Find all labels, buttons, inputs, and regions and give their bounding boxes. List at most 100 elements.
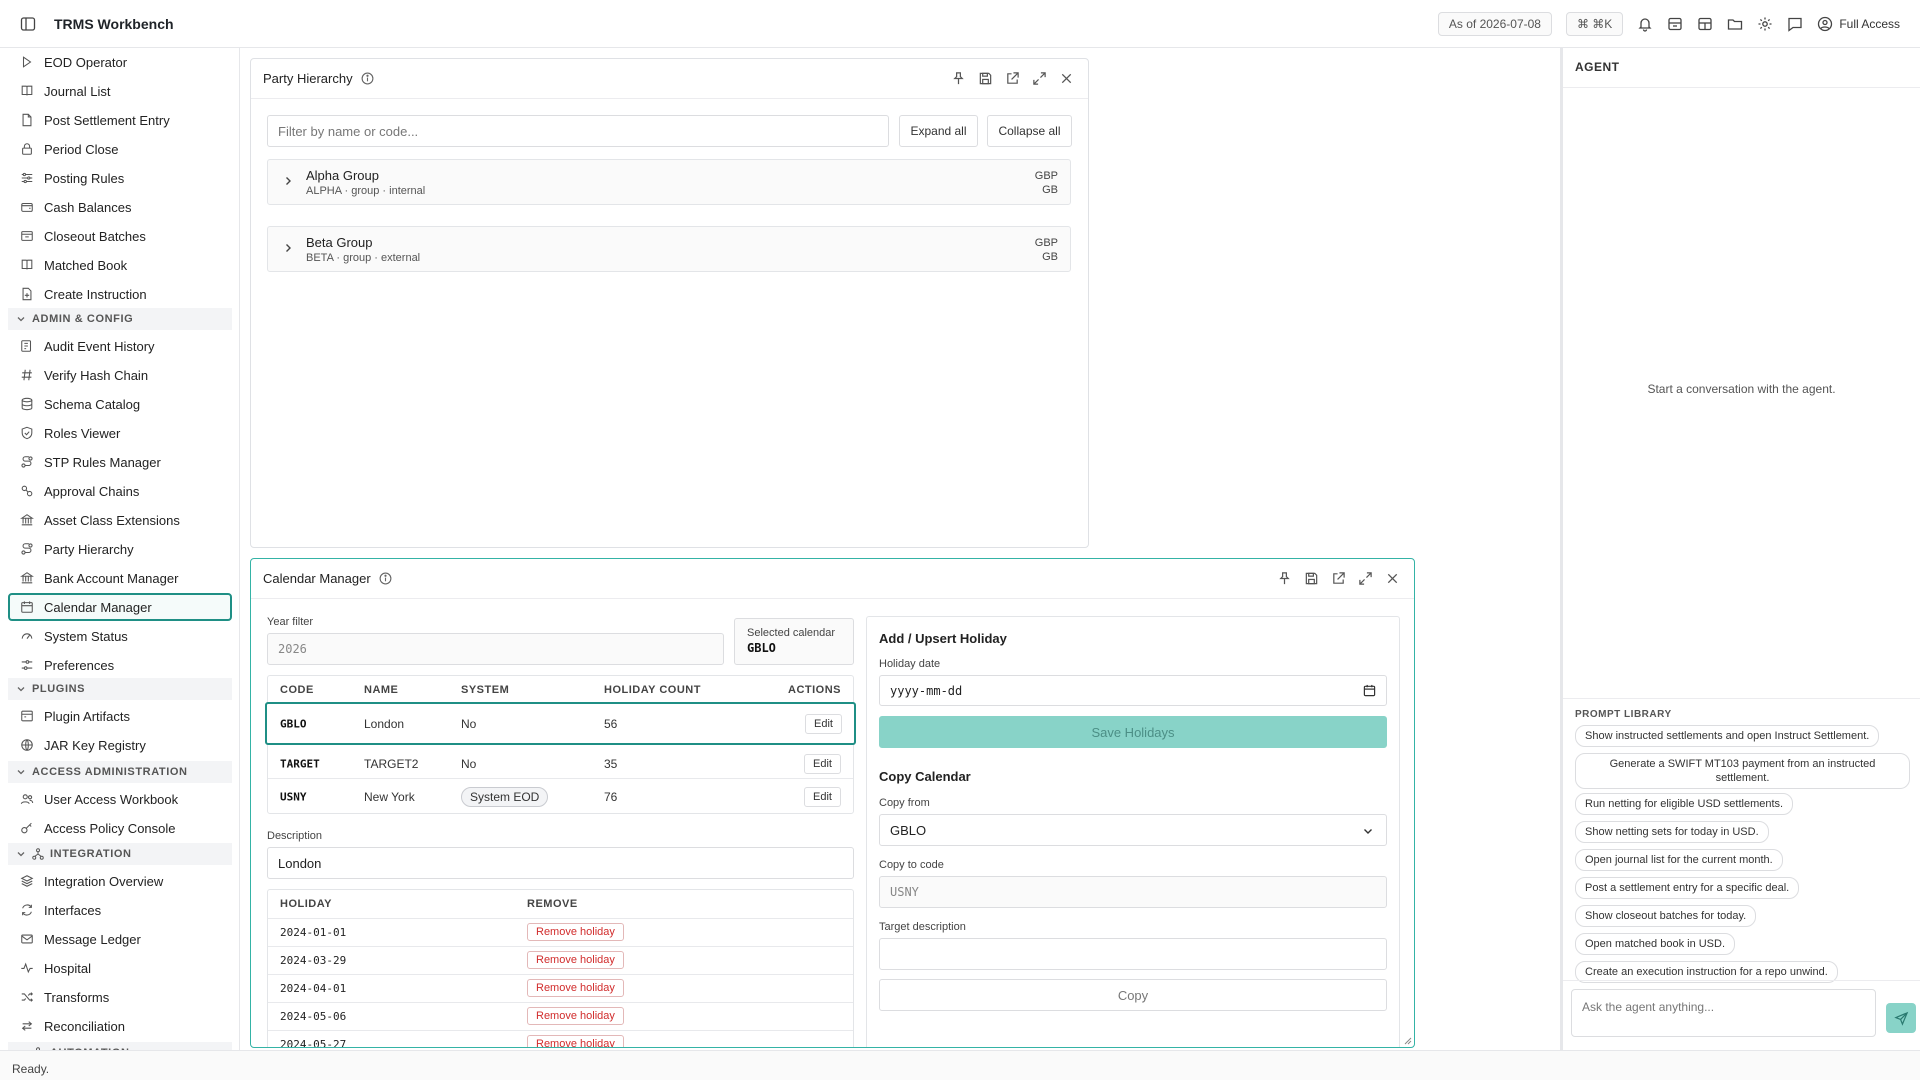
sidebar-item-plugin-artifacts[interactable]: Plugin Artifacts [8, 702, 232, 730]
prompt-chip[interactable]: Show netting sets for today in USD. [1575, 821, 1769, 843]
info-icon[interactable] [361, 72, 374, 85]
external-link-icon[interactable] [1331, 571, 1346, 586]
table-row-gblo[interactable]: GBLO London No 56 Edit [265, 702, 856, 745]
sidebar-item-stp-rules-manager[interactable]: STP Rules Manager [8, 448, 232, 476]
copy-from-select[interactable]: GBLO [879, 814, 1387, 846]
sidebar-section-integration[interactable]: INTEGRATION [8, 843, 232, 865]
sidebar-item-posting-rules[interactable]: Posting Rules [8, 164, 232, 192]
sidebar-item-eod-operator[interactable]: EOD Operator [8, 48, 232, 76]
description-input[interactable]: London [267, 847, 854, 879]
copy-to-input[interactable]: USNY [879, 876, 1387, 908]
sidebar-item-asset-class-extensions[interactable]: Asset Class Extensions [8, 506, 232, 534]
calendar-icon[interactable] [1363, 684, 1376, 697]
close-icon[interactable] [1385, 571, 1400, 586]
sidebar-item-access-policy-console[interactable]: Access Policy Console [8, 814, 232, 842]
save-holidays-button[interactable]: Save Holidays [879, 716, 1387, 748]
chevron-right-icon[interactable] [282, 242, 294, 254]
sidebar-item-party-hierarchy[interactable]: Party Hierarchy [8, 535, 232, 563]
table-row-target[interactable]: TARGET TARGET2 No 35 Edit [268, 745, 853, 782]
send-button[interactable] [1886, 1003, 1916, 1033]
layout-icon[interactable] [1697, 16, 1713, 32]
close-icon[interactable] [1059, 71, 1074, 86]
year-filter-input[interactable]: 2026 [267, 633, 724, 665]
folder-icon[interactable] [1727, 16, 1743, 32]
sidebar-item-user-access-workbook[interactable]: User Access Workbook [8, 785, 232, 813]
sidebar-item-system-status[interactable]: System Status [8, 622, 232, 650]
remove-holiday-button[interactable]: Remove holiday [527, 923, 624, 941]
remove-holiday-button[interactable]: Remove holiday [527, 1035, 624, 1047]
sidebar-section-plugins[interactable]: PLUGINS [8, 678, 232, 700]
sidebar-item-cash-balances[interactable]: Cash Balances [8, 193, 232, 221]
sidebar-item-hospital[interactable]: Hospital [8, 954, 232, 982]
sidebar-item-preferences[interactable]: Preferences [8, 651, 232, 679]
hash-icon [20, 368, 34, 382]
sidebar-item-journal-list[interactable]: Journal List [8, 77, 232, 105]
info-icon[interactable] [379, 572, 392, 585]
full-access-indicator[interactable]: Full Access [1817, 16, 1900, 32]
sidebar-section-automation[interactable]: AUTOMATION [8, 1042, 232, 1050]
sidebar-item-matched-book[interactable]: Matched Book [8, 251, 232, 279]
sidebar-item-jar-key-registry[interactable]: JAR Key Registry [8, 731, 232, 759]
sidebar-toggle-icon[interactable] [20, 16, 36, 32]
sidebar-item-message-ledger[interactable]: Message Ledger [8, 925, 232, 953]
resize-handle-icon[interactable] [1404, 1037, 1412, 1045]
remove-holiday-button[interactable]: Remove holiday [527, 951, 624, 969]
command-palette-chip[interactable]: ⌘ ⌘K [1565, 12, 1624, 36]
remove-holiday-button[interactable]: Remove holiday [527, 1007, 624, 1025]
sidebar-item-period-close[interactable]: Period Close [8, 135, 232, 163]
sidebar-item-interfaces[interactable]: Interfaces [8, 896, 232, 924]
sidebar-item-post-settlement-entry[interactable]: Post Settlement Entry [8, 106, 232, 134]
layers-icon [20, 874, 34, 888]
collapse-all-button[interactable]: Collapse all [987, 115, 1072, 147]
gear-icon[interactable] [1757, 16, 1773, 32]
sidebar-item-bank-account-manager[interactable]: Bank Account Manager [8, 564, 232, 592]
prompt-chip[interactable]: Post a settlement entry for a specific d… [1575, 877, 1800, 899]
save-icon[interactable] [1304, 571, 1319, 586]
copy-button[interactable]: Copy [879, 979, 1387, 1011]
sidebar-item-create-instruction[interactable]: Create Instruction [8, 280, 232, 308]
pin-icon[interactable] [951, 71, 966, 86]
as-of-date-chip[interactable]: As of 2026-07-08 [1437, 12, 1552, 36]
sidebar-item-label: Create Instruction [44, 286, 147, 302]
external-link-icon[interactable] [1005, 71, 1020, 86]
edit-button[interactable]: Edit [805, 713, 842, 734]
edit-button[interactable]: Edit [804, 787, 841, 807]
maximize-icon[interactable] [1358, 571, 1373, 586]
prompt-chip[interactable]: Open journal list for the current month. [1575, 849, 1783, 871]
sidebar-item-audit-event-history[interactable]: Audit Event History [8, 332, 232, 360]
party-filter-input[interactable]: Filter by name or code... [267, 115, 889, 147]
sidebar-section-admin-config[interactable]: ADMIN & CONFIG [8, 308, 232, 330]
sidebar-item-schema-catalog[interactable]: Schema Catalog [8, 390, 232, 418]
chat-icon[interactable] [1787, 16, 1803, 32]
prompt-chip[interactable]: Show instructed settlements and open Ins… [1575, 725, 1880, 747]
chevron-right-icon[interactable] [282, 175, 294, 187]
archive-icon[interactable] [1667, 16, 1683, 32]
prompt-chip[interactable]: Show closeout batches for today. [1575, 905, 1757, 927]
holiday-date-input[interactable]: yyyy-mm-dd [879, 675, 1387, 706]
sidebar-item-roles-viewer[interactable]: Roles Viewer [8, 419, 232, 447]
bell-icon[interactable] [1637, 16, 1653, 32]
sidebar-item-integration-overview[interactable]: Integration Overview [8, 867, 232, 895]
prompt-chip[interactable]: Run netting for eligible USD settlements… [1575, 793, 1794, 815]
remove-holiday-button[interactable]: Remove holiday [527, 979, 624, 997]
sidebar-item-closeout-batches[interactable]: Closeout Batches [8, 222, 232, 250]
sidebar-item-approval-chains[interactable]: Approval Chains [8, 477, 232, 505]
route-icon [20, 455, 34, 469]
table-row-usny[interactable]: USNY New York System EOD 76 Edit [268, 778, 853, 815]
expand-all-button[interactable]: Expand all [899, 115, 978, 147]
target-description-input[interactable] [879, 938, 1387, 970]
agent-input[interactable]: Ask the agent anything... [1571, 989, 1876, 1037]
tree-row-alpha-group[interactable]: Alpha Group ALPHA · group · internal GBP… [267, 159, 1071, 205]
save-icon[interactable] [978, 71, 993, 86]
sidebar-item-calendar-manager[interactable]: Calendar Manager [8, 593, 232, 621]
pin-icon[interactable] [1277, 571, 1292, 586]
prompt-chip[interactable]: Generate a SWIFT MT103 payment from an i… [1575, 753, 1910, 789]
sidebar-item-verify-hash-chain[interactable]: Verify Hash Chain [8, 361, 232, 389]
maximize-icon[interactable] [1032, 71, 1047, 86]
tree-row-beta-group[interactable]: Beta Group BETA · group · external GBP GB [267, 226, 1071, 272]
sidebar-item-transforms[interactable]: Transforms [8, 983, 232, 1011]
sidebar-item-reconciliation[interactable]: Reconciliation [8, 1012, 232, 1040]
edit-button[interactable]: Edit [804, 753, 841, 774]
prompt-chip[interactable]: Open matched book in USD. [1575, 933, 1736, 955]
sidebar-section-access-administration[interactable]: ACCESS ADMINISTRATION [8, 761, 232, 783]
